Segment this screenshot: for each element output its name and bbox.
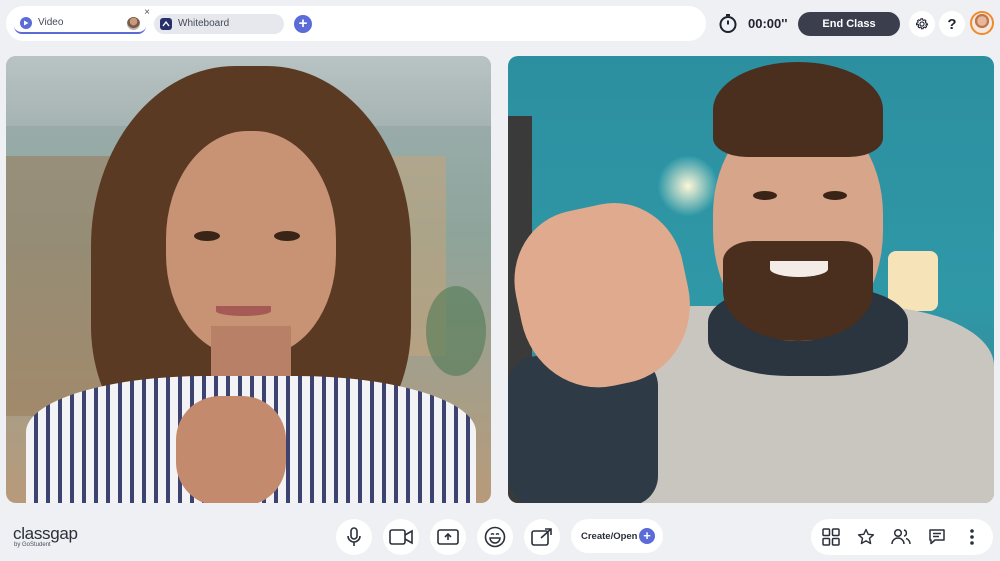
share-screen-button[interactable] (430, 519, 466, 555)
close-tab-icon[interactable]: × (144, 7, 150, 18)
layout-grid-button[interactable] (821, 527, 841, 547)
stopwatch-icon (718, 13, 738, 33)
more-options-button[interactable] (962, 527, 982, 547)
tab-video-label: Video (38, 17, 64, 28)
chat-icon (928, 528, 946, 546)
tab-whiteboard-label: Whiteboard (178, 18, 230, 29)
gear-icon (915, 17, 929, 31)
favorites-button[interactable] (856, 527, 876, 547)
grid-icon (822, 528, 840, 546)
tab-bar: Video × Whiteboard + (6, 6, 706, 41)
help-button[interactable]: ? (939, 11, 965, 37)
video-tile-participant-1 (6, 56, 491, 503)
tab-video[interactable]: Video × (14, 7, 150, 34)
settings-button[interactable] (909, 11, 935, 37)
participant-avatar-icon (127, 16, 140, 30)
create-open-button[interactable]: Create/Open + (571, 519, 663, 553)
create-open-label: Create/Open (581, 530, 638, 542)
video-tile-participant-2 (508, 56, 994, 503)
end-class-button[interactable]: End Class (798, 12, 900, 36)
user-avatar[interactable] (970, 11, 994, 35)
camera-icon (389, 528, 413, 546)
upload-screen-icon (437, 528, 459, 546)
brand-tagline: by GoStudent (14, 542, 51, 548)
open-external-button[interactable] (524, 519, 560, 555)
participants-button[interactable] (891, 527, 911, 547)
reactions-button[interactable] (477, 519, 513, 555)
camera-button[interactable] (383, 519, 419, 555)
external-link-icon (531, 527, 553, 547)
smiley-icon (484, 526, 506, 548)
users-icon (891, 528, 911, 546)
right-toolbar (811, 519, 993, 555)
plus-icon: + (639, 528, 655, 544)
tab-whiteboard[interactable]: Whiteboard (154, 13, 284, 34)
chat-button[interactable] (927, 527, 947, 547)
brand-logo: classgap (13, 524, 78, 543)
microphone-button[interactable] (336, 519, 372, 555)
help-icon: ? (947, 15, 957, 33)
whiteboard-tab-icon (160, 17, 172, 30)
microphone-icon (345, 527, 363, 547)
star-icon (857, 528, 875, 546)
more-vertical-icon (969, 528, 975, 546)
class-timer: 00:00'' (748, 16, 788, 31)
add-tab-button[interactable]: + (294, 14, 312, 33)
video-tab-icon (20, 16, 32, 29)
